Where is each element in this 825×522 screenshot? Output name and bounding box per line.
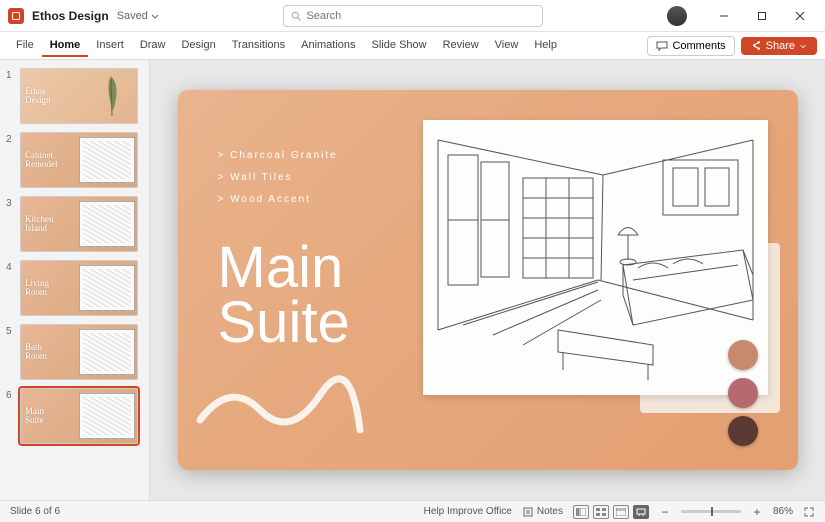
thumb-title: Main Suite (25, 407, 44, 425)
room-sketch-image (423, 120, 768, 395)
bullet-item: > Charcoal Granite (218, 145, 338, 167)
zoom-percent: 86% (773, 506, 793, 517)
tab-help[interactable]: Help (526, 35, 565, 57)
tab-view[interactable]: View (487, 35, 527, 57)
comments-label: Comments (672, 40, 725, 52)
normal-view-button[interactable] (573, 505, 589, 519)
close-button[interactable] (783, 3, 817, 29)
maximize-button[interactable] (745, 3, 779, 29)
zoom-in-button[interactable]: + (751, 505, 763, 519)
slide-thumbnails-panel[interactable]: 1 Ethos Design 2 Cabinet Remodel 3 Kitchen Is… (0, 60, 150, 500)
color-swatch (728, 340, 758, 370)
tab-draw[interactable]: Draw (132, 35, 174, 57)
document-title: Ethos Design (32, 9, 109, 23)
title-bar: Ethos Design Saved (0, 0, 825, 32)
status-bar: Slide 6 of 6 Help Improve Office Notes −… (0, 500, 825, 522)
sorter-view-button[interactable] (593, 505, 609, 519)
slide-bullets: > Charcoal Granite> Wall Tiles> Wood Acc… (218, 145, 338, 211)
thumb-image (79, 137, 135, 183)
fit-icon (803, 506, 815, 518)
decorative-squiggle (190, 360, 370, 450)
slide-image-group (423, 120, 768, 395)
notes-button[interactable]: Notes (522, 506, 563, 518)
thumb-image (79, 201, 135, 247)
share-icon (751, 40, 762, 51)
thumb-image (79, 329, 135, 375)
thumb-number: 3 (6, 196, 20, 252)
slide-thumbnail-3[interactable]: Kitchen Island (20, 196, 138, 252)
tab-home[interactable]: Home (42, 35, 89, 57)
notes-icon (522, 506, 534, 518)
thumb-image (79, 393, 135, 439)
thumb-title: Ethos Design (25, 87, 51, 105)
current-slide[interactable]: > Charcoal Granite> Wall Tiles> Wood Acc… (178, 90, 798, 470)
slide-canvas[interactable]: > Charcoal Granite> Wall Tiles> Wood Acc… (150, 60, 825, 500)
slide-title: Main Suite (218, 240, 350, 350)
thumb-image (79, 265, 135, 311)
thumb-title: Cabinet Remodel (25, 151, 58, 169)
chevron-down-icon (799, 42, 807, 50)
thumb-title: Kitchen Island (25, 215, 54, 233)
thumb-number: 2 (6, 132, 20, 188)
share-button[interactable]: Share (741, 37, 817, 55)
search-box[interactable] (283, 5, 543, 27)
help-improve-link[interactable]: Help Improve Office (424, 506, 512, 517)
user-avatar[interactable] (667, 6, 687, 26)
bullet-item: > Wall Tiles (218, 167, 338, 189)
ribbon-tabs: FileHomeInsertDrawDesignTransitionsAnima… (0, 32, 825, 60)
thumb-title: Living Room (25, 279, 49, 297)
bullet-item: > Wood Accent (218, 189, 338, 211)
zoom-out-button[interactable]: − (659, 505, 671, 519)
slide-thumbnail-1[interactable]: Ethos Design (20, 68, 138, 124)
color-swatch (728, 416, 758, 446)
comments-button[interactable]: Comments (647, 36, 734, 56)
save-state-label: Saved (117, 10, 148, 22)
slide-title-line1: Main (218, 240, 350, 295)
tab-file[interactable]: File (8, 35, 42, 57)
minimize-button[interactable] (707, 3, 741, 29)
notes-label: Notes (537, 506, 563, 517)
save-state-dropdown[interactable]: Saved (117, 10, 160, 22)
app-icon (8, 8, 24, 24)
slide-thumbnail-5[interactable]: Bath Room (20, 324, 138, 380)
tab-design[interactable]: Design (173, 35, 223, 57)
search-input[interactable] (306, 10, 536, 22)
comment-icon (656, 40, 668, 52)
slideshow-view-button[interactable] (633, 505, 649, 519)
tab-transitions[interactable]: Transitions (224, 35, 293, 57)
thumb-title: Bath Room (25, 343, 47, 361)
tab-slide-show[interactable]: Slide Show (364, 35, 435, 57)
thumb-number: 1 (6, 68, 20, 124)
thumb-number: 5 (6, 324, 20, 380)
color-swatch (728, 378, 758, 408)
tab-insert[interactable]: Insert (88, 35, 132, 57)
search-icon (290, 10, 302, 22)
slide-thumbnail-6[interactable]: Main Suite (20, 388, 138, 444)
reading-view-button[interactable] (613, 505, 629, 519)
slide-thumbnail-2[interactable]: Cabinet Remodel (20, 132, 138, 188)
slide-counter: Slide 6 of 6 (10, 506, 60, 517)
thumb-number: 6 (6, 388, 20, 444)
share-label: Share (766, 40, 795, 52)
chevron-down-icon (150, 11, 160, 21)
leaf-icon (91, 71, 131, 121)
zoom-slider[interactable] (681, 510, 741, 513)
slide-title-line2: Suite (218, 295, 350, 350)
slide-thumbnail-4[interactable]: Living Room (20, 260, 138, 316)
tab-animations[interactable]: Animations (293, 35, 363, 57)
thumb-number: 4 (6, 260, 20, 316)
color-swatches (728, 340, 758, 446)
tab-review[interactable]: Review (435, 35, 487, 57)
fit-to-window-button[interactable] (803, 506, 815, 518)
